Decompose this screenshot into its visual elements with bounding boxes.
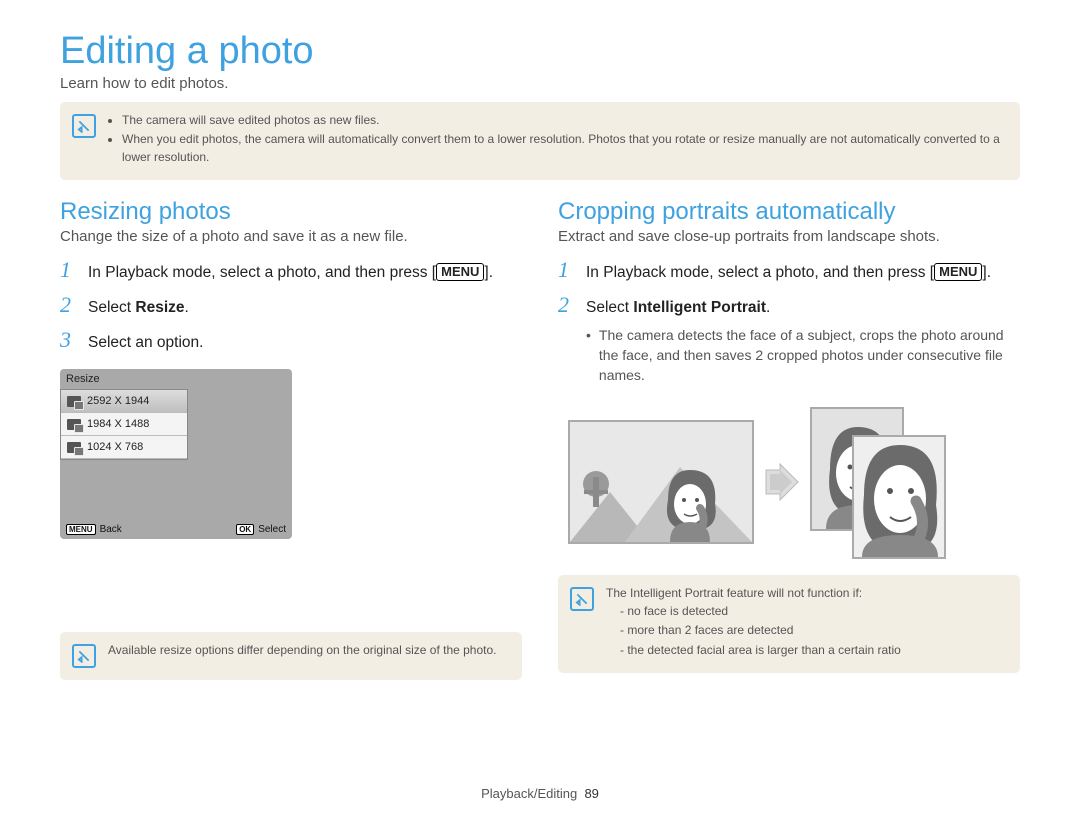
- image-size-icon: [67, 419, 81, 430]
- steps-list-left: 1 In Playback mode, select a photo, and …: [60, 259, 522, 363]
- resize-menu-screenshot: Resize 2592 X 1944 1984 X 1488 1024 X 76…: [60, 369, 292, 539]
- footer-back-label: Back: [100, 524, 122, 535]
- note-item: more than 2 faces are detected: [620, 622, 901, 639]
- footer-section: Playback/Editing: [481, 786, 577, 801]
- menu-item-label: 1024 X 768: [87, 441, 143, 453]
- portrait-crops: [810, 407, 950, 557]
- content-columns: Resizing photos Change the size of a pho…: [60, 198, 1020, 698]
- step-fragment: ].: [484, 264, 493, 281]
- page-footer: Playback/Editing 89: [0, 786, 1080, 801]
- note-icon: [72, 114, 96, 138]
- menu-item: 2592 X 1944: [61, 390, 187, 413]
- step-item: 1 In Playback mode, select a photo, and …: [60, 259, 522, 284]
- step-item: 3 Select an option.: [60, 329, 522, 354]
- step-text: Select Intelligent Portrait. The camera …: [586, 294, 1020, 386]
- left-column: Resizing photos Change the size of a pho…: [60, 198, 522, 698]
- document-page: Editing a photo Learn how to edit photos…: [0, 0, 1080, 815]
- step-fragment: In Playback mode, select a photo, and th…: [88, 264, 436, 281]
- arrow-icon: [764, 462, 800, 502]
- portrait-illustration: [558, 407, 1020, 557]
- landscape-photo-illustration: [568, 420, 754, 544]
- step-fragment: In Playback mode, select a photo, and th…: [586, 264, 934, 281]
- steps-list-right: 1 In Playback mode, select a photo, and …: [558, 259, 1020, 395]
- step-item: 2 Select Resize.: [60, 294, 522, 319]
- screen-footer: MENU Back OK Select: [60, 524, 292, 535]
- menu-title: Resize: [66, 373, 100, 385]
- section-sub-resizing: Change the size of a photo and save it a…: [60, 228, 522, 245]
- step-bullets: The camera detects the face of a subject…: [586, 325, 1020, 386]
- step-fragment: Select: [88, 299, 135, 316]
- step-number: 3: [60, 329, 78, 351]
- step-text: Select an option.: [88, 329, 203, 354]
- step-item: 2 Select Intelligent Portrait. The camer…: [558, 294, 1020, 386]
- menu-item: 1024 X 768: [61, 436, 187, 459]
- step-fragment: ].: [982, 264, 991, 281]
- ok-tag-icon: OK: [236, 524, 254, 535]
- top-note-box: The camera will save edited photos as ne…: [60, 102, 1020, 180]
- menu-button-label: MENU: [436, 263, 484, 281]
- footer-back: MENU Back: [66, 524, 122, 535]
- menu-button-label: MENU: [934, 263, 982, 281]
- section-heading-cropping: Cropping portraits automatically: [558, 198, 1020, 226]
- section-heading-resizing: Resizing photos: [60, 198, 522, 226]
- cropped-portrait: [852, 435, 946, 559]
- image-size-icon: [67, 396, 81, 407]
- note-intro: The Intelligent Portrait feature will no…: [606, 586, 862, 600]
- step-text: In Playback mode, select a photo, and th…: [586, 259, 991, 284]
- page-subtitle: Learn how to edit photos.: [60, 75, 1020, 92]
- menu-item-label: 1984 X 1488: [87, 418, 149, 430]
- step-bold: Resize: [135, 299, 184, 316]
- step-text: Select Resize.: [88, 294, 189, 319]
- left-note-text: Available resize options differ dependin…: [108, 642, 497, 659]
- right-note-text: The Intelligent Portrait feature will no…: [606, 585, 901, 661]
- left-note-box: Available resize options differ dependin…: [60, 632, 522, 680]
- page-number: 89: [584, 786, 598, 801]
- right-column: Cropping portraits automatically Extract…: [558, 198, 1020, 698]
- step-fragment: .: [766, 299, 770, 316]
- step-number: 1: [558, 259, 576, 281]
- menu-item-label: 2592 X 1944: [87, 395, 149, 407]
- footer-select-label: Select: [258, 524, 286, 535]
- step-number: 2: [558, 294, 576, 316]
- step-bullet: The camera detects the face of a subject…: [599, 325, 1020, 386]
- menu-panel: 2592 X 1944 1984 X 1488 1024 X 768: [60, 389, 188, 460]
- step-number: 1: [60, 259, 78, 281]
- page-title: Editing a photo: [60, 30, 1020, 73]
- step-text: In Playback mode, select a photo, and th…: [88, 259, 493, 284]
- step-item: 1 In Playback mode, select a photo, and …: [558, 259, 1020, 284]
- note-icon: [72, 644, 96, 668]
- note-item: no face is detected: [620, 603, 901, 620]
- right-note-box: The Intelligent Portrait feature will no…: [558, 575, 1020, 673]
- footer-select: OK Select: [236, 524, 286, 535]
- step-number: 2: [60, 294, 78, 316]
- top-note-text: The camera will save edited photos as ne…: [108, 112, 1008, 168]
- note-icon: [570, 587, 594, 611]
- image-size-icon: [67, 442, 81, 453]
- note-bullet: The camera will save edited photos as ne…: [122, 112, 1008, 129]
- menu-item: 1984 X 1488: [61, 413, 187, 436]
- step-bold: Intelligent Portrait: [633, 299, 766, 316]
- menu-tag-icon: MENU: [66, 524, 96, 535]
- section-sub-cropping: Extract and save close-up portraits from…: [558, 228, 1020, 245]
- step-fragment: Select: [586, 299, 633, 316]
- step-fragment: .: [185, 299, 189, 316]
- note-bullet: When you edit photos, the camera will au…: [122, 131, 1008, 166]
- note-item: the detected facial area is larger than …: [620, 642, 901, 659]
